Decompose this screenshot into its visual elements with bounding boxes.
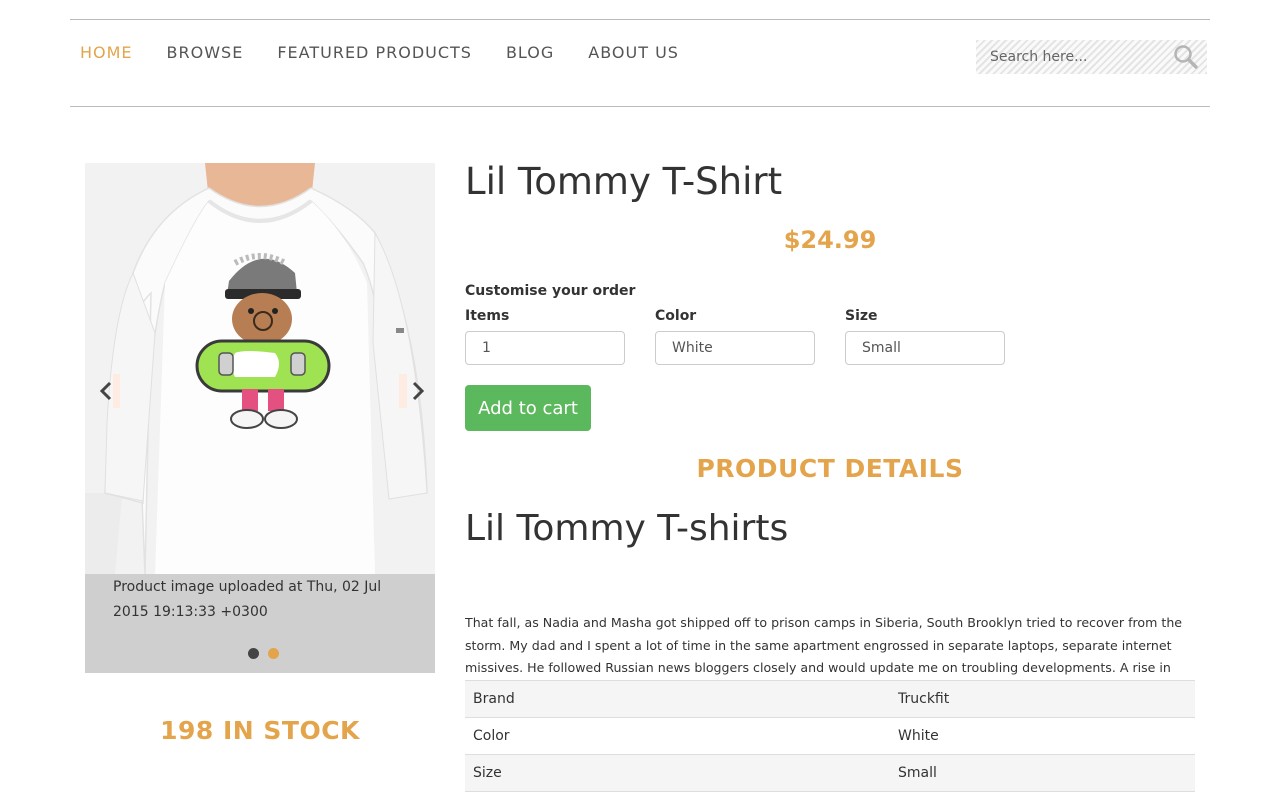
nav-home[interactable]: HOME bbox=[80, 43, 133, 63]
spec-value: Small bbox=[898, 765, 937, 781]
nav-blog[interactable]: BLOG bbox=[506, 43, 554, 63]
product-image-carousel: Product image uploaded at Thu, 02 Jul 20… bbox=[85, 163, 435, 673]
spec-key: Size bbox=[473, 765, 502, 781]
carousel-prev-button[interactable] bbox=[99, 374, 120, 408]
chevron-right-icon bbox=[412, 381, 425, 401]
product-price: $24.99 bbox=[783, 226, 877, 254]
search-box bbox=[976, 40, 1207, 74]
customise-label: Customise your order bbox=[465, 283, 636, 299]
product-specs-table: Brand Truckfit Color White Size Small bbox=[465, 680, 1195, 792]
header-bottom-divider bbox=[70, 106, 1210, 107]
add-to-cart-button[interactable]: Add to cart bbox=[465, 385, 591, 431]
color-field[interactable]: White bbox=[655, 331, 815, 365]
spec-value: Truckfit bbox=[898, 691, 950, 707]
search-icon[interactable] bbox=[1173, 44, 1199, 70]
spec-value: White bbox=[898, 728, 939, 744]
carousel-next-button[interactable] bbox=[399, 374, 425, 408]
table-row: Brand Truckfit bbox=[465, 680, 1195, 718]
items-field[interactable]: 1 bbox=[465, 331, 625, 365]
product-description: That fall, as Nadia and Masha got shippe… bbox=[465, 615, 1183, 675]
chevron-left-icon bbox=[99, 381, 112, 401]
carousel-indicators bbox=[248, 648, 288, 659]
color-label: Color bbox=[655, 308, 697, 324]
product-title: Lil Tommy T-Shirt bbox=[465, 160, 783, 203]
search-input[interactable] bbox=[976, 40, 1166, 74]
carousel-caption: Product image uploaded at Thu, 02 Jul 20… bbox=[113, 579, 382, 620]
spec-key: Brand bbox=[473, 691, 515, 707]
nav-featured-products[interactable]: FEATURED PRODUCTS bbox=[277, 43, 472, 63]
stock-status: 198 IN STOCK bbox=[160, 716, 360, 745]
product-photo bbox=[85, 163, 435, 574]
nav-about-us[interactable]: ABOUT US bbox=[588, 43, 679, 63]
carousel-dot-1[interactable] bbox=[248, 648, 259, 659]
product-details-heading: PRODUCT DETAILS bbox=[696, 454, 964, 483]
nav-browse[interactable]: BROWSE bbox=[167, 43, 244, 63]
product-subtitle: Lil Tommy T-shirts bbox=[465, 508, 789, 549]
main-nav: HOME BROWSE FEATURED PRODUCTS BLOG ABOUT… bbox=[80, 43, 713, 63]
carousel-dot-2[interactable] bbox=[268, 648, 279, 659]
table-row: Size Small bbox=[465, 754, 1195, 792]
size-field[interactable]: Small bbox=[845, 331, 1005, 365]
items-label: Items bbox=[465, 308, 510, 324]
spec-key: Color bbox=[473, 728, 510, 744]
size-label: Size bbox=[845, 308, 878, 324]
table-row: Color White bbox=[465, 717, 1195, 755]
header-top-divider bbox=[70, 19, 1210, 20]
